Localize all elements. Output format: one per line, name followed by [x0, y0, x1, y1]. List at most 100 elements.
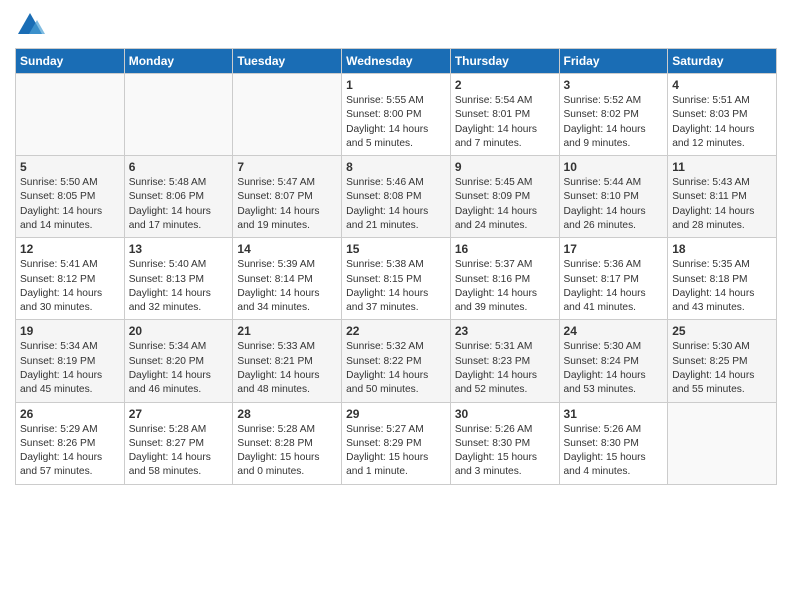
day-number: 4: [672, 78, 772, 92]
col-monday: Monday: [124, 49, 233, 74]
header-row: Sunday Monday Tuesday Wednesday Thursday…: [16, 49, 777, 74]
calendar-cell: [124, 74, 233, 156]
day-info: Sunrise: 5:34 AM Sunset: 8:20 PM Dayligh…: [129, 340, 229, 397]
day-info: Sunrise: 5:38 AM Sunset: 8:15 PM Dayligh…: [346, 258, 446, 315]
calendar-cell: 24 Sunrise: 5:30 AM Sunset: 8:24 PM Dayli…: [559, 320, 668, 402]
col-saturday: Saturday: [668, 49, 777, 74]
day-number: 14: [237, 242, 337, 256]
day-number: 17: [564, 242, 664, 256]
col-sunday: Sunday: [16, 49, 125, 74]
day-info: Sunrise: 5:44 AM Sunset: 8:10 PM Dayligh…: [564, 176, 664, 233]
calendar-cell: [668, 402, 777, 484]
day-number: 20: [129, 324, 229, 338]
calendar-cell: 6Sunrise: 5:48 AM Sunset: 8:06 PM Daylig…: [124, 156, 233, 238]
day-info: Sunrise: 5:33 AM Sunset: 8:21 PM Dayligh…: [237, 340, 337, 397]
day-info: Sunrise: 5:26 AM Sunset: 8:30 PM Dayligh…: [455, 423, 555, 480]
day-number: 1: [346, 78, 446, 92]
day-info: Sunrise: 5:50 AM Sunset: 8:05 PM Dayligh…: [20, 176, 120, 233]
day-number: 2: [455, 78, 555, 92]
col-friday: Friday: [559, 49, 668, 74]
day-info: Sunrise: 5:39 AM Sunset: 8:14 PM Dayligh…: [237, 258, 337, 315]
calendar-cell: 22Sunrise: 5:32 AM Sunset: 8:22 PM Dayli…: [342, 320, 451, 402]
day-info: Sunrise: 5:51 AM Sunset: 8:03 PM Dayligh…: [672, 94, 772, 151]
day-info: Sunrise: 5:34 AM Sunset: 8:19 PM Dayligh…: [20, 340, 120, 397]
calendar-table: Sunday Monday Tuesday Wednesday Thursday…: [15, 48, 777, 485]
calendar-cell: [233, 74, 342, 156]
logo: [15, 10, 49, 40]
day-number: 11: [672, 160, 772, 174]
day-number: 10: [564, 160, 664, 174]
day-info: Sunrise: 5:35 AM Sunset: 8:18 PM Dayligh…: [672, 258, 772, 315]
day-number: 15: [346, 242, 446, 256]
day-info: Sunrise: 5:30 AM Sunset: 8:25 PM Dayligh…: [672, 340, 772, 397]
day-number: 28: [237, 407, 337, 421]
day-info: Sunrise: 5:55 AM Sunset: 8:00 PM Dayligh…: [346, 94, 446, 151]
calendar-cell: 13 Sunrise: 5:40 AM Sunset: 8:13 PM Dayli…: [124, 238, 233, 320]
day-info: Sunrise: 5:28 AM Sunset: 8:28 PM Dayligh…: [237, 423, 337, 480]
day-info: Sunrise: 5:28 AM Sunset: 8:27 PM Dayligh…: [129, 423, 229, 480]
calendar-cell: 10 Sunrise: 5:44 AM Sunset: 8:10 PM Dayli…: [559, 156, 668, 238]
week-row-2: 5 Sunrise: 5:50 AM Sunset: 8:05 PM Daylig…: [16, 156, 777, 238]
calendar-cell: 15 Sunrise: 5:38 AM Sunset: 8:15 PM Dayli…: [342, 238, 451, 320]
calendar-cell: 11 Sunrise: 5:43 AM Sunset: 8:11 PM Dayli…: [668, 156, 777, 238]
calendar-body: 1 Sunrise: 5:55 AM Sunset: 8:00 PM Daylig…: [16, 74, 777, 485]
calendar-cell: 27 Sunrise: 5:28 AM Sunset: 8:27 PM Dayli…: [124, 402, 233, 484]
calendar-cell: 7 Sunrise: 5:47 AM Sunset: 8:07 PM Daylig…: [233, 156, 342, 238]
calendar-cell: 12 Sunrise: 5:41 AM Sunset: 8:12 PM Dayli…: [16, 238, 125, 320]
day-number: 16: [455, 242, 555, 256]
day-info: Sunrise: 5:40 AM Sunset: 8:13 PM Dayligh…: [129, 258, 229, 315]
day-number: 27: [129, 407, 229, 421]
calendar-cell: 30 Sunrise: 5:26 AM Sunset: 8:30 PM Dayli…: [450, 402, 559, 484]
day-number: 23: [455, 324, 555, 338]
day-number: 9: [455, 160, 555, 174]
calendar-cell: 23 Sunrise: 5:31 AM Sunset: 8:23 PM Dayli…: [450, 320, 559, 402]
calendar-cell: 5 Sunrise: 5:50 AM Sunset: 8:05 PM Daylig…: [16, 156, 125, 238]
calendar-cell: 31Sunrise: 5:26 AM Sunset: 8:30 PM Dayli…: [559, 402, 668, 484]
day-info: Sunrise: 5:43 AM Sunset: 8:11 PM Dayligh…: [672, 176, 772, 233]
calendar-cell: 29Sunrise: 5:27 AM Sunset: 8:29 PM Dayli…: [342, 402, 451, 484]
calendar-cell: 8 Sunrise: 5:46 AM Sunset: 8:08 PM Daylig…: [342, 156, 451, 238]
calendar-cell: 3 Sunrise: 5:52 AM Sunset: 8:02 PM Daylig…: [559, 74, 668, 156]
day-number: 5: [20, 160, 120, 174]
calendar-cell: 14 Sunrise: 5:39 AM Sunset: 8:14 PM Dayli…: [233, 238, 342, 320]
calendar-cell: 1 Sunrise: 5:55 AM Sunset: 8:00 PM Daylig…: [342, 74, 451, 156]
day-info: Sunrise: 5:52 AM Sunset: 8:02 PM Dayligh…: [564, 94, 664, 151]
day-info: Sunrise: 5:29 AM Sunset: 8:26 PM Dayligh…: [20, 423, 120, 480]
col-wednesday: Wednesday: [342, 49, 451, 74]
day-info: Sunrise: 5:46 AM Sunset: 8:08 PM Dayligh…: [346, 176, 446, 233]
day-number: 12: [20, 242, 120, 256]
calendar-cell: 21 Sunrise: 5:33 AM Sunset: 8:21 PM Dayli…: [233, 320, 342, 402]
day-number: 18: [672, 242, 772, 256]
week-row-5: 26 Sunrise: 5:29 AM Sunset: 8:26 PM Dayli…: [16, 402, 777, 484]
day-number: 19: [20, 324, 120, 338]
day-info: Sunrise: 5:37 AM Sunset: 8:16 PM Dayligh…: [455, 258, 555, 315]
day-number: 7: [237, 160, 337, 174]
calendar-cell: 20 Sunrise: 5:34 AM Sunset: 8:20 PM Dayli…: [124, 320, 233, 402]
day-number: 30: [455, 407, 555, 421]
day-number: 26: [20, 407, 120, 421]
col-tuesday: Tuesday: [233, 49, 342, 74]
calendar-cell: 2 Sunrise: 5:54 AM Sunset: 8:01 PM Daylig…: [450, 74, 559, 156]
day-info: Sunrise: 5:45 AM Sunset: 8:09 PM Dayligh…: [455, 176, 555, 233]
day-info: Sunrise: 5:30 AM Sunset: 8:24 PM Dayligh…: [564, 340, 664, 397]
day-info: Sunrise: 5:36 AM Sunset: 8:17 PM Dayligh…: [564, 258, 664, 315]
week-row-4: 19 Sunrise: 5:34 AM Sunset: 8:19 PM Dayli…: [16, 320, 777, 402]
day-number: 13: [129, 242, 229, 256]
day-info: Sunrise: 5:47 AM Sunset: 8:07 PM Dayligh…: [237, 176, 337, 233]
day-info: Sunrise: 5:27 AM Sunset: 8:29 PM Dayligh…: [346, 423, 446, 480]
page-header: [15, 10, 777, 40]
day-number: 8: [346, 160, 446, 174]
day-number: 24: [564, 324, 664, 338]
calendar-cell: 19 Sunrise: 5:34 AM Sunset: 8:19 PM Dayli…: [16, 320, 125, 402]
day-info: Sunrise: 5:26 AM Sunset: 8:30 PM Dayligh…: [564, 423, 664, 480]
day-number: 3: [564, 78, 664, 92]
day-number: 21: [237, 324, 337, 338]
page-container: Sunday Monday Tuesday Wednesday Thursday…: [0, 0, 792, 490]
day-info: Sunrise: 5:41 AM Sunset: 8:12 PM Dayligh…: [20, 258, 120, 315]
day-info: Sunrise: 5:31 AM Sunset: 8:23 PM Dayligh…: [455, 340, 555, 397]
day-info: Sunrise: 5:54 AM Sunset: 8:01 PM Dayligh…: [455, 94, 555, 151]
day-info: Sunrise: 5:32 AM Sunset: 8:22 PM Dayligh…: [346, 340, 446, 397]
calendar-cell: 9 Sunrise: 5:45 AM Sunset: 8:09 PM Daylig…: [450, 156, 559, 238]
calendar-cell: [16, 74, 125, 156]
week-row-1: 1 Sunrise: 5:55 AM Sunset: 8:00 PM Daylig…: [16, 74, 777, 156]
